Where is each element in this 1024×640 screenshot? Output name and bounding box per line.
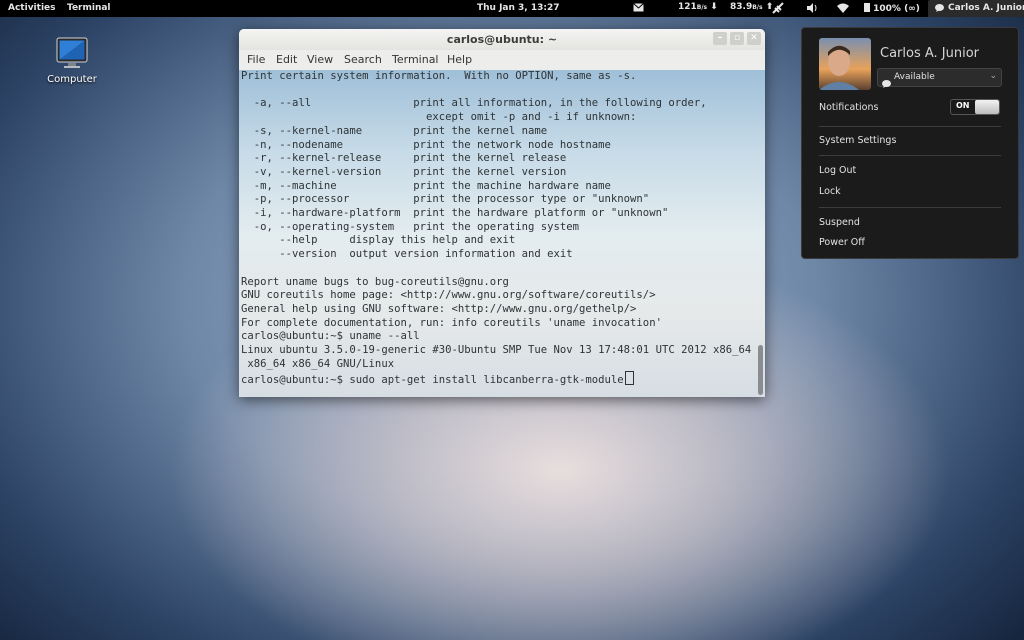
menu-view[interactable]: View xyxy=(307,53,333,66)
computer-icon xyxy=(55,36,89,70)
toggle-state: ON xyxy=(956,101,970,110)
terminal-prompt-line[interactable]: carlos@ubuntu:~$ sudo apt-get install li… xyxy=(241,371,634,388)
user-menu-panel: Carlos A. Junior Available ⌄ Notificatio… xyxy=(801,27,1019,259)
text-cursor xyxy=(624,371,634,386)
terminal-line: -n, --nodename print the network node ho… xyxy=(241,138,611,151)
toggle-knob xyxy=(975,100,999,114)
activities-button[interactable]: Activities xyxy=(8,3,56,13)
terminal-line: -r, --kernel-release print the kernel re… xyxy=(241,152,567,165)
wired-network-icon[interactable] xyxy=(771,2,785,17)
arrow-down-icon: ⬇ xyxy=(710,2,718,12)
menu-terminal[interactable]: Terminal xyxy=(392,53,439,66)
menu-bar: File Edit View Search Terminal Help xyxy=(239,50,765,70)
volume-icon[interactable] xyxy=(807,3,819,16)
separator xyxy=(819,126,1001,127)
menu-lock[interactable]: Lock xyxy=(819,186,841,197)
maximize-button[interactable]: ▫ xyxy=(730,32,744,45)
terminal-line: -i, --hardware-platform print the hardwa… xyxy=(241,207,669,219)
terminal-line: Print certain system information. With n… xyxy=(241,70,637,82)
terminal-window: carlos@ubuntu: ~ – ▫ ✕ File Edit View Se… xyxy=(239,29,765,397)
terminal-line: -a, --all print all information, in the … xyxy=(241,97,707,110)
terminal-line: General help using GNU software: <http:/… xyxy=(241,302,637,315)
menu-edit[interactable]: Edit xyxy=(276,53,297,66)
chat-status-icon xyxy=(935,4,944,15)
menu-log-out[interactable]: Log Out xyxy=(819,165,856,176)
network-upload-indicator[interactable]: 83.9B/s ⬆ xyxy=(730,2,773,12)
net-down-value: 121 xyxy=(678,2,697,12)
window-title: carlos@ubuntu: ~ xyxy=(446,33,558,46)
chat-status-icon xyxy=(882,73,891,92)
panel-user-name: Carlos A. Junior xyxy=(880,46,980,61)
terminal-output[interactable]: Print certain system information. With n… xyxy=(239,70,765,397)
net-down-unit: B/s xyxy=(696,4,708,11)
terminal-scrollbar[interactable] xyxy=(758,345,763,395)
terminal-line: -o, --operating-system print the operati… xyxy=(241,220,580,233)
menu-help[interactable]: Help xyxy=(447,53,472,66)
terminal-line: --version output version information and… xyxy=(241,248,573,261)
wifi-icon[interactable] xyxy=(837,3,849,16)
terminal-line: --help display this help and exit xyxy=(241,234,516,247)
desktop-icon-computer[interactable]: Computer xyxy=(42,36,102,85)
mail-icon[interactable] xyxy=(633,3,644,15)
notifications-toggle[interactable]: ON xyxy=(950,99,1000,115)
user-name-label: Carlos A. Junior xyxy=(948,3,1024,13)
battery-level: 100% (∞) xyxy=(873,4,920,14)
net-up-value: 83.9 xyxy=(730,2,753,12)
terminal-line: carlos@ubuntu:~$ uname --all xyxy=(241,330,420,343)
chevron-down-icon: ⌄ xyxy=(989,71,997,81)
menu-search[interactable]: Search xyxy=(344,53,382,66)
terminal-line: Linux ubuntu 3.5.0-19-generic #30-Ubuntu… xyxy=(241,344,752,356)
terminal-line: GNU coreutils home page: <http://www.gnu… xyxy=(241,289,656,302)
status-value: Available xyxy=(894,72,935,82)
terminal-line: except omit -p and -i if unknown: xyxy=(241,111,637,124)
notifications-label: Notifications xyxy=(819,102,879,113)
menu-file[interactable]: File xyxy=(247,53,265,66)
terminal-line: -s, --kernel-name print the kernel name xyxy=(241,124,548,137)
desktop-icon-label: Computer xyxy=(47,74,97,85)
menu-system-settings[interactable]: System Settings xyxy=(819,135,896,146)
separator xyxy=(819,207,1001,208)
close-button[interactable]: ✕ xyxy=(747,32,761,45)
user-menu-button[interactable]: Carlos A. Junior xyxy=(928,0,1024,17)
menu-power-off[interactable]: Power Off xyxy=(819,237,865,248)
terminal-line: -v, --kernel-version print the kernel ve… xyxy=(241,165,567,178)
terminal-line: -p, --processor print the processor type… xyxy=(241,193,650,206)
net-up-unit: B/s xyxy=(752,4,763,11)
terminal-line: -m, --machine print the machine hardware… xyxy=(241,179,611,192)
top-bar: Activities Terminal Thu Jan 3, 13:27 121… xyxy=(0,0,1024,17)
window-titlebar[interactable]: carlos@ubuntu: ~ – ▫ ✕ xyxy=(239,29,765,50)
app-menu-terminal[interactable]: Terminal xyxy=(67,3,111,13)
menu-suspend[interactable]: Suspend xyxy=(819,217,860,228)
separator xyxy=(819,155,1001,156)
terminal-line: Report uname bugs to bug-coreutils@gnu.o… xyxy=(241,275,509,288)
clock[interactable]: Thu Jan 3, 13:27 xyxy=(477,3,560,13)
terminal-command: carlos@ubuntu:~$ sudo apt-get install li… xyxy=(241,374,624,387)
minimize-button[interactable]: – xyxy=(713,32,727,45)
battery-indicator[interactable]: 100% (∞) xyxy=(864,3,920,14)
status-dropdown[interactable]: Available ⌄ xyxy=(877,68,1002,88)
user-avatar xyxy=(819,38,871,90)
terminal-line: For complete documentation, run: info co… xyxy=(241,316,662,329)
network-download-indicator[interactable]: 121B/s ⬇ xyxy=(678,2,718,12)
battery-icon xyxy=(864,3,870,12)
terminal-line: x86_64 x86_64 GNU/Linux xyxy=(241,357,395,370)
